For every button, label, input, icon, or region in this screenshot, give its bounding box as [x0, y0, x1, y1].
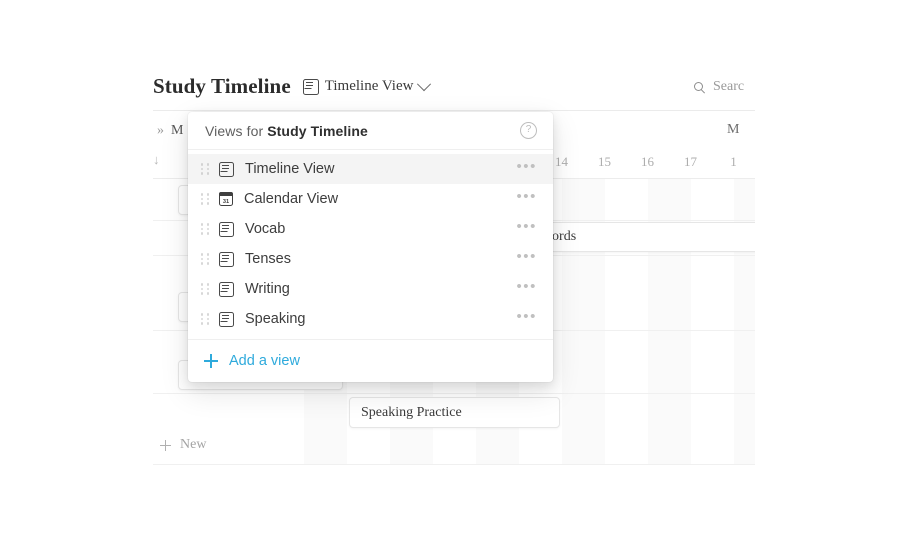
add-view-label: Add a view	[229, 353, 300, 369]
add-view-button[interactable]: Add a view	[204, 353, 300, 369]
document-view-icon	[219, 251, 234, 267]
timeline-event-label: Speaking Practice	[361, 404, 462, 420]
view-row-label: Timeline View	[245, 161, 335, 177]
search-button[interactable]: Searc	[694, 79, 744, 95]
view-row-calendar-view[interactable]: 31 Calendar View •••	[188, 184, 553, 214]
view-row-more-options-icon[interactable]: •••	[516, 219, 537, 239]
view-row-vocab[interactable]: Vocab •••	[188, 214, 553, 244]
views-popup-title-target: Study Timeline	[267, 122, 368, 139]
new-row-button[interactable]: New	[160, 437, 206, 453]
day-cell: 16	[641, 154, 654, 169]
view-row-label: Writing	[245, 281, 290, 297]
timeline-event-card[interactable]: Speaking Practice	[349, 397, 560, 428]
drag-handle-icon[interactable]	[200, 222, 210, 236]
name-column-header: M	[171, 123, 184, 138]
view-row-more-options-icon[interactable]: •••	[516, 249, 537, 269]
canvas-right-margin	[755, 0, 900, 540]
document-view-icon	[219, 311, 234, 327]
screenshot-root: Study Timeline Timeline View Searc » M ↓…	[0, 0, 900, 540]
chevron-down-icon	[417, 76, 432, 91]
grid-top-divider	[153, 110, 755, 111]
drag-handle-icon[interactable]	[200, 252, 210, 266]
question-mark-circle-icon[interactable]: ?	[520, 122, 537, 139]
document-view-icon	[219, 281, 234, 297]
document-view-icon	[219, 221, 234, 237]
search-label: Searc	[713, 79, 745, 94]
view-row-label: Vocab	[245, 221, 286, 237]
view-row-speaking[interactable]: Speaking •••	[188, 304, 553, 334]
view-row-more-options-icon[interactable]: •••	[516, 159, 537, 179]
views-popup-title: Views for Study Timeline	[205, 123, 368, 139]
page-title: Study Timeline	[153, 74, 291, 98]
timeline-row-divider	[153, 393, 755, 394]
view-row-label: Speaking	[245, 311, 306, 327]
plus-icon	[160, 439, 171, 451]
view-row-writing[interactable]: Writing •••	[188, 274, 553, 304]
plus-icon	[204, 354, 218, 368]
timeline-day-header: 14 15 16 17 1	[540, 154, 755, 170]
views-popup-title-prefix: Views for	[205, 122, 268, 139]
views-list: Timeline View ••• 31 Calendar View ••• V…	[188, 150, 553, 339]
day-cell: 15	[598, 154, 611, 169]
active-view-label: Timeline View	[324, 78, 414, 94]
view-row-more-options-icon[interactable]: •••	[516, 279, 537, 299]
day-cell: 1	[730, 154, 737, 169]
active-view-chip[interactable]: Timeline View	[302, 76, 432, 95]
view-row-more-options-icon[interactable]: •••	[516, 189, 537, 209]
calendar-icon: 31	[218, 191, 233, 206]
views-popup-header: Views for Study Timeline ?	[188, 112, 553, 150]
views-popup: Views for Study Timeline ? Timeline View…	[188, 112, 553, 382]
view-row-more-options-icon[interactable]: •••	[516, 309, 537, 329]
double-chevron-right-icon: »	[157, 123, 164, 138]
document-view-icon	[219, 161, 234, 177]
view-row-label: Calendar View	[244, 191, 339, 207]
calendar-day-number: 31	[222, 198, 230, 205]
drag-handle-icon[interactable]	[200, 282, 210, 296]
drag-handle-icon[interactable]	[200, 312, 210, 326]
drag-handle-icon[interactable]	[200, 192, 210, 206]
page-header: Study Timeline Timeline View	[153, 74, 432, 99]
canvas-left-margin	[0, 0, 152, 540]
new-row-label: New	[180, 437, 207, 452]
sort-direction-icon[interactable]: ↓	[153, 152, 160, 168]
document-view-icon	[302, 78, 319, 95]
day-cell: 17	[684, 154, 697, 169]
search-icon	[694, 81, 705, 93]
collapse-column-control[interactable]: » M	[157, 123, 183, 139]
view-row-timeline-view[interactable]: Timeline View •••	[188, 154, 553, 184]
add-view-section: Add a view	[188, 339, 553, 382]
view-row-tenses[interactable]: Tenses •••	[188, 244, 553, 274]
month-label: M	[727, 122, 740, 137]
drag-handle-icon[interactable]	[200, 162, 210, 176]
view-row-label: Tenses	[245, 251, 291, 267]
